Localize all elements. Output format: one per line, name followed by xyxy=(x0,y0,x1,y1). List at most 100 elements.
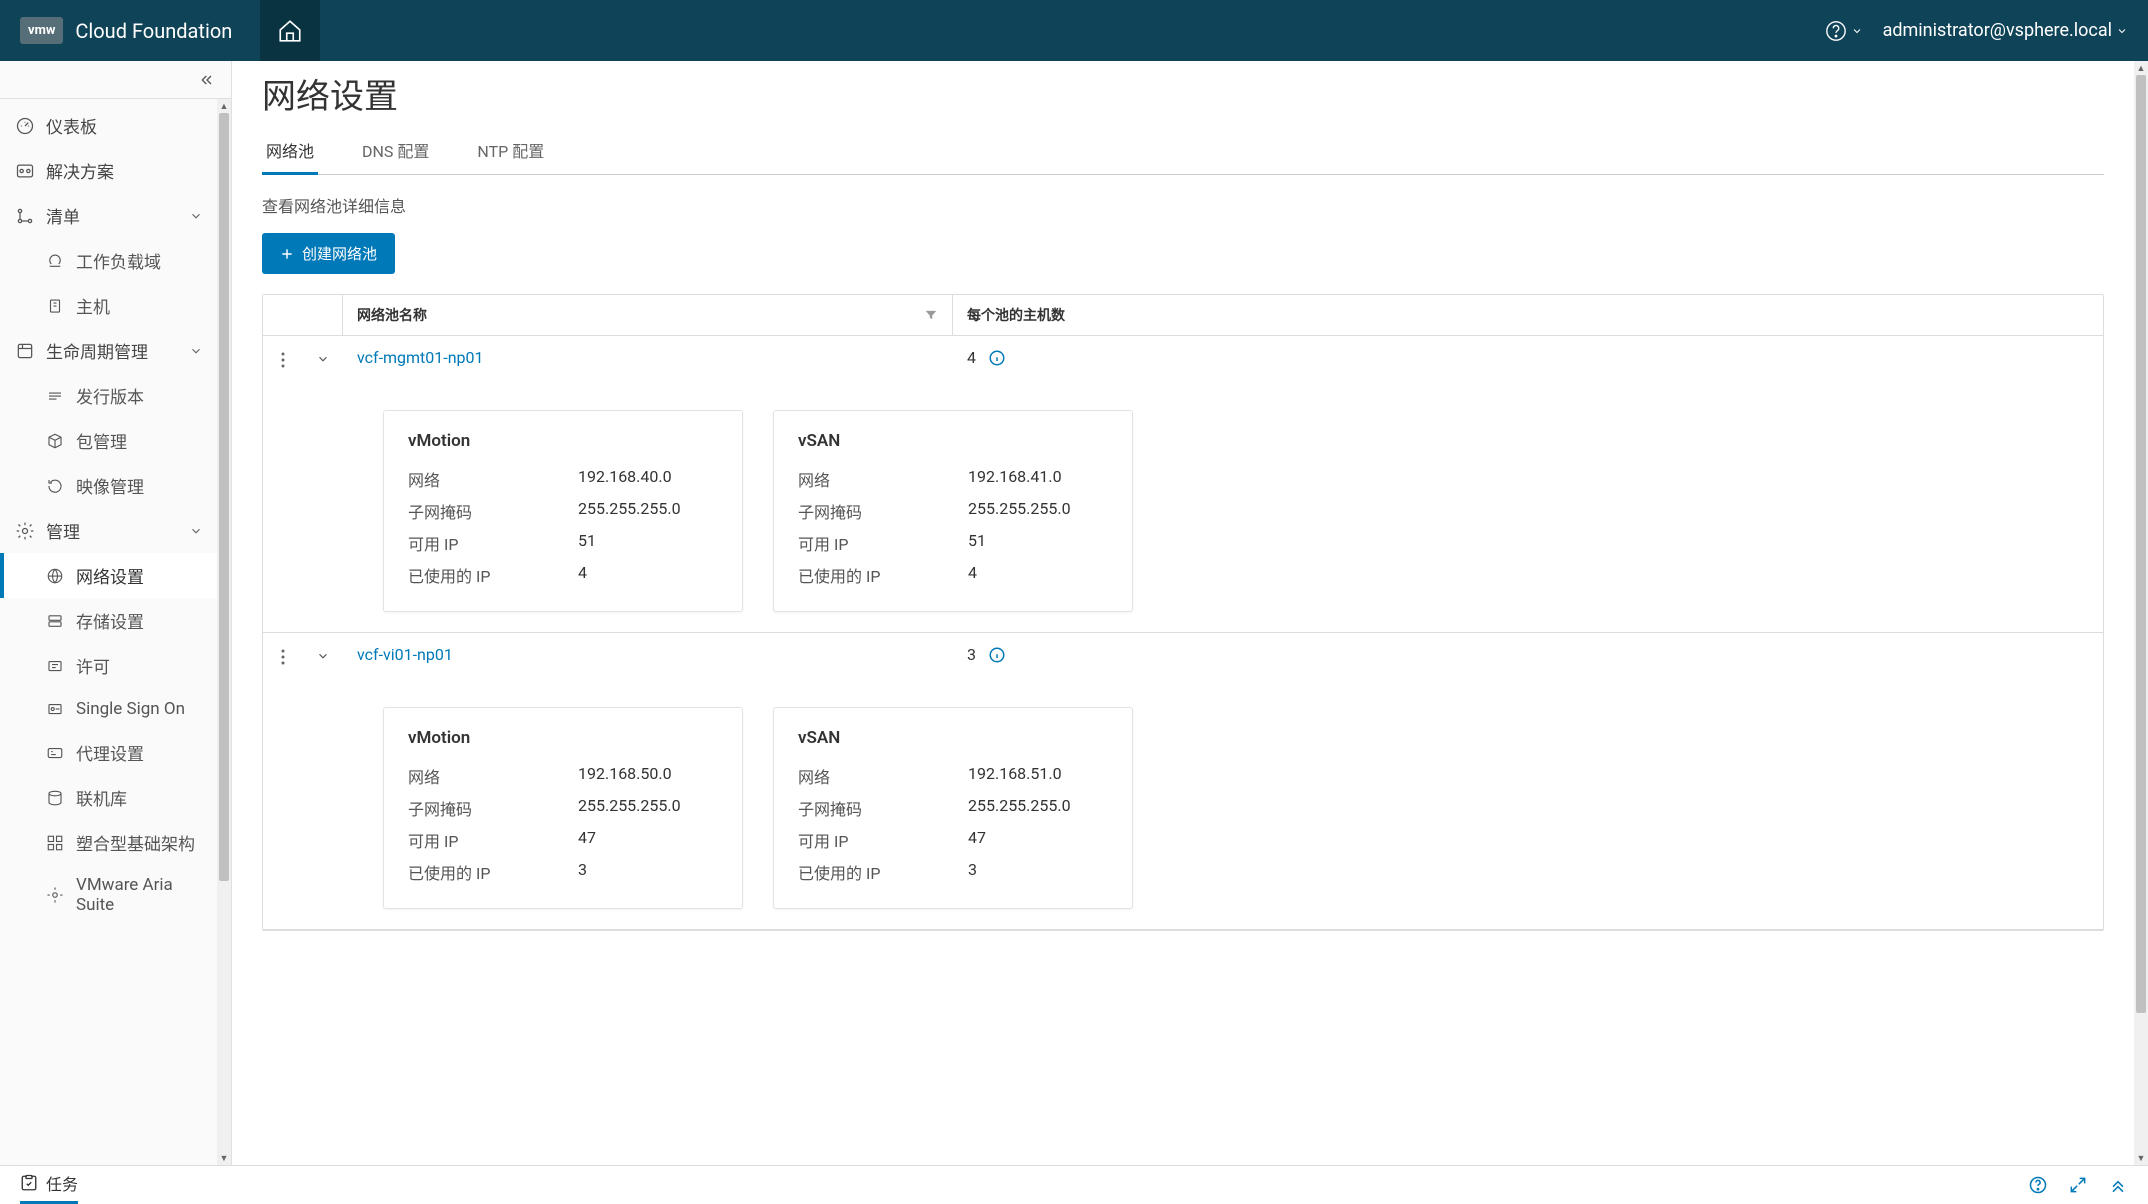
releases-icon xyxy=(44,385,66,407)
depot-icon xyxy=(44,787,66,809)
create-network-pool-button[interactable]: 创建网络池 xyxy=(262,233,395,274)
sidebar-scrollbar[interactable]: ▲ ▼ xyxy=(217,99,231,1165)
sidebar-item-label: 联机库 xyxy=(76,785,127,810)
card-label: 子网掩码 xyxy=(408,796,578,820)
sidebar-item-label: 网络设置 xyxy=(76,563,144,588)
pool-name-link[interactable]: vcf-vi01-np01 xyxy=(343,645,953,664)
sidebar-item-proxy[interactable]: 代理设置 xyxy=(0,730,217,775)
sidebar-item-releases[interactable]: 发行版本 xyxy=(0,373,217,418)
card-label: 可用 IP xyxy=(408,531,578,555)
gear-icon xyxy=(14,520,36,542)
th-hosts[interactable]: 每个池的主机数 xyxy=(953,295,2103,335)
th-name[interactable]: 网络池名称 xyxy=(343,295,953,335)
scrollbar-thumb[interactable] xyxy=(219,113,229,881)
storage-icon xyxy=(44,610,66,632)
pool-host-count: 3 xyxy=(953,645,2103,664)
sidebar-item-workload-domain[interactable]: 工作负载域 xyxy=(0,238,217,283)
image-icon xyxy=(44,475,66,497)
bundle-icon xyxy=(44,430,66,452)
footer-help-button[interactable] xyxy=(2028,1175,2048,1195)
sidebar-item-dashboard[interactable]: 仪表板 xyxy=(0,103,217,148)
card-label: 网络 xyxy=(408,764,578,788)
scroll-up-arrow[interactable]: ▲ xyxy=(217,99,231,113)
sidebar-item-inventory[interactable]: 清单 xyxy=(0,193,217,238)
card-value: 4 xyxy=(578,563,587,587)
card-label: 已使用的 IP xyxy=(408,860,578,884)
sidebar-item-images[interactable]: 映像管理 xyxy=(0,463,217,508)
sidebar-item-depot[interactable]: 联机库 xyxy=(0,775,217,820)
sidebar-item-composable[interactable]: 塑合型基础架构 xyxy=(0,820,217,865)
card-value: 192.168.51.0 xyxy=(968,764,1062,788)
sidebar-item-label: 存储设置 xyxy=(76,608,144,633)
card-value: 192.168.41.0 xyxy=(968,467,1062,491)
chevron-down-icon xyxy=(189,344,203,358)
scroll-down-arrow[interactable]: ▼ xyxy=(217,1151,231,1165)
footer-bar: 任务 xyxy=(0,1165,2148,1203)
pool-name-link[interactable]: vcf-mgmt01-np01 xyxy=(343,348,953,367)
sidebar-item-solutions[interactable]: 解决方案 xyxy=(0,148,217,193)
inventory-icon xyxy=(14,205,36,227)
filter-icon[interactable] xyxy=(924,308,938,322)
user-menu[interactable]: administrator@vsphere.local xyxy=(1883,20,2128,41)
card-label: 已使用的 IP xyxy=(798,563,968,587)
sidebar-item-label: 生命周期管理 xyxy=(46,338,148,363)
sidebar-collapse[interactable] xyxy=(0,61,231,99)
pool-details: vMotion 网络192.168.50.0 子网掩码255.255.255.0… xyxy=(263,677,2103,929)
scroll-down-arrow[interactable]: ▼ xyxy=(2134,1151,2148,1165)
card-value: 192.168.40.0 xyxy=(578,467,672,491)
help-icon xyxy=(1825,20,1847,42)
detail-card-vmotion: vMotion 网络192.168.40.0 子网掩码255.255.255.0… xyxy=(383,410,743,612)
sidebar-item-bundles[interactable]: 包管理 xyxy=(0,418,217,463)
card-value: 255.255.255.0 xyxy=(968,796,1071,820)
info-icon[interactable] xyxy=(988,646,1006,664)
sidebar-item-hosts[interactable]: 主机 xyxy=(0,283,217,328)
content-scrollbar[interactable]: ▲ ▼ xyxy=(2134,61,2148,1165)
footer-expand-button[interactable] xyxy=(2068,1175,2088,1195)
sidebar-item-label: 代理设置 xyxy=(76,740,144,765)
detail-card-vmotion: vMotion 网络192.168.50.0 子网掩码255.255.255.0… xyxy=(383,707,743,909)
lifecycle-icon xyxy=(14,340,36,362)
scrollbar-thumb[interactable] xyxy=(2136,75,2146,1013)
nav-list: 仪表板 解决方案 清单 工作负载域 主机 生命周期管理 xyxy=(0,99,217,1165)
table-row: vcf-mgmt01-np01 4 vMotion 网络192.168.40.0… xyxy=(263,336,2103,633)
footer-collapse-button[interactable] xyxy=(2108,1175,2128,1195)
tab-network-pool[interactable]: 网络池 xyxy=(262,130,318,175)
home-tab[interactable] xyxy=(260,0,320,61)
sidebar-item-sso[interactable]: Single Sign On xyxy=(0,688,217,730)
card-value: 47 xyxy=(578,828,596,852)
card-value: 3 xyxy=(968,860,977,884)
main-content: 网络设置 网络池 DNS 配置 NTP 配置 查看网络池详细信息 创建网络池 网… xyxy=(232,61,2134,1165)
sidebar-item-label: 发行版本 xyxy=(76,383,144,408)
help-menu[interactable] xyxy=(1825,20,1863,42)
card-value: 255.255.255.0 xyxy=(968,499,1071,523)
sidebar-item-lifecycle[interactable]: 生命周期管理 xyxy=(0,328,217,373)
tab-dns[interactable]: DNS 配置 xyxy=(358,130,433,175)
chevron-down-icon xyxy=(1851,25,1863,37)
sidebar-item-storage-settings[interactable]: 存储设置 xyxy=(0,598,217,643)
th-actions xyxy=(263,295,343,335)
card-label: 子网掩码 xyxy=(798,796,968,820)
sidebar: 仪表板 解决方案 清单 工作负载域 主机 生命周期管理 xyxy=(0,61,232,1165)
logo: vmw xyxy=(20,17,63,44)
product-name: Cloud Foundation xyxy=(75,19,232,43)
table-header: 网络池名称 每个池的主机数 xyxy=(263,295,2103,336)
row-actions-menu[interactable] xyxy=(263,645,303,665)
sidebar-item-aria-suite[interactable]: VMware Aria Suite xyxy=(0,865,217,925)
scroll-up-arrow[interactable]: ▲ xyxy=(2134,61,2148,75)
sidebar-item-licensing[interactable]: 许可 xyxy=(0,643,217,688)
card-label: 网络 xyxy=(798,764,968,788)
chevron-down-icon xyxy=(2116,25,2128,37)
tasks-tab[interactable]: 任务 xyxy=(20,1171,78,1204)
row-expand-toggle[interactable] xyxy=(303,645,343,663)
license-icon xyxy=(44,655,66,677)
card-label: 已使用的 IP xyxy=(798,860,968,884)
row-expand-toggle[interactable] xyxy=(303,348,343,366)
info-icon[interactable] xyxy=(988,349,1006,367)
sidebar-item-network-settings[interactable]: 网络设置 xyxy=(0,553,217,598)
chevron-down-icon xyxy=(189,524,203,538)
network-pool-table: 网络池名称 每个池的主机数 vcf-mgmt01-np01 4 xyxy=(262,294,2104,931)
tab-ntp[interactable]: NTP 配置 xyxy=(473,130,548,175)
sidebar-item-admin[interactable]: 管理 xyxy=(0,508,217,553)
host-icon xyxy=(44,295,66,317)
row-actions-menu[interactable] xyxy=(263,348,303,368)
